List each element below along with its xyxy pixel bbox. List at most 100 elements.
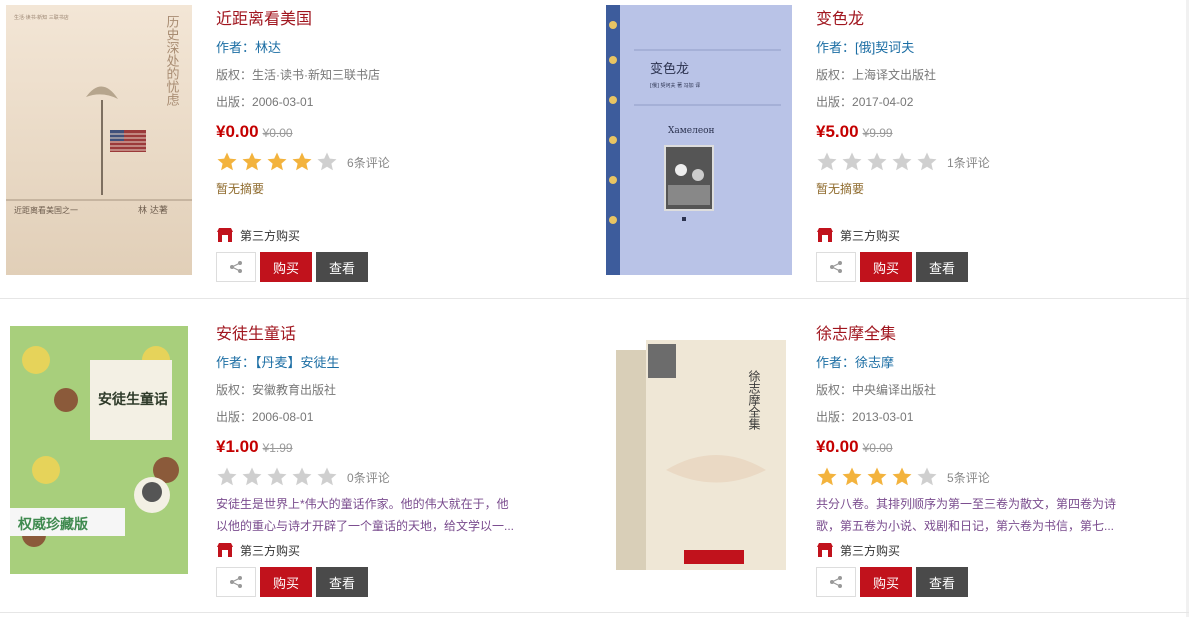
- book-cover-image[interactable]: 生活·读书·新知 三联书店 历史深处的忧虑 近距离看美国之一 林 达著: [6, 5, 192, 275]
- rating-row: 5条评论: [816, 465, 1136, 489]
- publisher-label: 版权：: [816, 68, 853, 82]
- book-date: 出版：2013-03-01: [816, 407, 1136, 427]
- original-price: 0.00: [269, 126, 293, 140]
- book-price: ¥5.00 ¥9.99: [816, 120, 1136, 146]
- third-party-purchase[interactable]: 第三方购买: [816, 226, 900, 244]
- book-title-link[interactable]: 安徒生童话: [216, 323, 536, 349]
- third-party-label: 第三方购买: [240, 543, 301, 558]
- buy-button[interactable]: 购买: [860, 252, 912, 282]
- book-price: ¥0.00 ¥0.00: [216, 120, 536, 146]
- book-author[interactable]: 作者：林达: [216, 38, 536, 58]
- star-empty-icon: [917, 467, 937, 486]
- third-party-label: 第三方购买: [240, 228, 301, 243]
- view-button[interactable]: 查看: [316, 252, 368, 282]
- summary-line: 以他的重心与诗才开辟了一个童话的天地，给文学以一...: [216, 519, 515, 533]
- book-summary: 共分八卷。其排列顺序为第一至三卷为散文，第四卷为诗 歌，第五卷为小说、戏剧和日记…: [816, 493, 1116, 537]
- book-card: 安徒生童话 权威珍藏版 安徒生童话 作者：【丹麦】安徒生 版权：安徽教育出版社 …: [0, 315, 585, 615]
- book-summary: 暂无摘要: [816, 182, 865, 196]
- rating-row: 0条评论: [216, 465, 536, 489]
- book-cover-image[interactable]: 徐志摩全集: [606, 320, 792, 590]
- star-empty-icon: [317, 467, 337, 486]
- review-count[interactable]: 0条评论: [347, 469, 390, 486]
- review-label: 条评论: [353, 155, 390, 170]
- book-list: 生活·读书·新知 三联书店 历史深处的忧虑 近距离看美国之一 林 达著 近距离看…: [0, 0, 1189, 617]
- author-name[interactable]: 林达: [255, 40, 281, 55]
- third-party-purchase[interactable]: 第三方购买: [216, 226, 300, 244]
- star-filled-icon: [867, 467, 887, 486]
- publisher-label: 版权：: [216, 383, 253, 397]
- cover-title: 安徒生童话: [98, 391, 168, 408]
- star-filled-icon: [292, 152, 312, 171]
- star-filled-icon: [842, 467, 862, 486]
- star-filled-icon: [242, 152, 262, 171]
- cover-subtitle: Хамелеон: [668, 126, 715, 136]
- book-card: 变色龙 [俄] 契诃夫 著 冯加 译 Хамелеон 变色龙 作者：[俄]契诃…: [600, 0, 1185, 300]
- original-price: 0.00: [869, 441, 893, 455]
- action-buttons: 购买 查看: [216, 567, 368, 597]
- book-publisher: 版权：生活·读书·新知三联书店: [216, 65, 536, 85]
- current-price: 5.00: [825, 122, 859, 141]
- share-icon: [830, 261, 842, 273]
- share-button[interactable]: [216, 252, 256, 282]
- date-value: 2017-04-02: [852, 95, 914, 109]
- author-name[interactable]: [俄]契诃夫: [855, 40, 914, 55]
- review-count[interactable]: 6条评论: [347, 154, 390, 171]
- publisher-name: 安徽教育出版社: [252, 383, 337, 397]
- date-value: 2006-03-01: [252, 95, 314, 109]
- buy-button[interactable]: 购买: [260, 252, 312, 282]
- view-button[interactable]: 查看: [916, 252, 968, 282]
- view-button[interactable]: 查看: [916, 567, 968, 597]
- publisher-name: 上海译文出版社: [852, 68, 937, 82]
- author-label: 作者：: [216, 40, 256, 55]
- author-name[interactable]: 【丹麦】安徒生: [255, 355, 340, 370]
- share-icon: [830, 576, 842, 588]
- summary-line: 安徒生是世界上*伟大的童话作家。他的伟大就在于，他: [216, 497, 509, 511]
- buy-button[interactable]: 购买: [260, 567, 312, 597]
- star-rating: [216, 151, 341, 173]
- share-button[interactable]: [816, 252, 856, 282]
- share-icon: [230, 261, 242, 273]
- book-date: 出版：2006-03-01: [216, 92, 536, 112]
- star-empty-icon: [292, 467, 312, 486]
- publisher-label: 版权：: [216, 68, 253, 82]
- author-name[interactable]: 徐志摩: [855, 355, 894, 370]
- third-party-purchase[interactable]: 第三方购买: [816, 541, 900, 559]
- star-filled-icon: [217, 152, 237, 171]
- review-number: 0: [347, 470, 354, 485]
- book-author[interactable]: 作者：【丹麦】安徒生: [216, 353, 536, 373]
- cover-author: 林 达著: [138, 204, 168, 216]
- shop-icon: [817, 543, 833, 557]
- original-price: 9.99: [869, 126, 893, 140]
- shop-icon: [817, 228, 833, 242]
- third-party-purchase[interactable]: 第三方购买: [216, 541, 300, 559]
- book-cover-image[interactable]: 安徒生童话 权威珍藏版: [6, 320, 192, 590]
- share-button[interactable]: [216, 567, 256, 597]
- date-value: 2006-08-01: [252, 410, 314, 424]
- book-title-link[interactable]: 变色龙: [816, 8, 1136, 34]
- share-button[interactable]: [816, 567, 856, 597]
- book-author[interactable]: 作者：徐志摩: [816, 353, 1136, 373]
- publisher-label: 版权：: [816, 383, 853, 397]
- third-party-label: 第三方购买: [840, 543, 901, 558]
- review-count[interactable]: 5条评论: [947, 469, 990, 486]
- book-title-link[interactable]: 近距离看美国: [216, 8, 536, 34]
- book-summary: 暂无摘要: [216, 182, 265, 196]
- summary-line: 歌，第五卷为小说、戏剧和日记，第六卷为书信，第七...: [816, 519, 1115, 533]
- star-empty-icon: [317, 152, 337, 171]
- buy-button[interactable]: 购买: [860, 567, 912, 597]
- book-cover-image[interactable]: 变色龙 [俄] 契诃夫 著 冯加 译 Хамелеон: [606, 5, 792, 275]
- cover-series: 近距离看美国之一: [14, 205, 78, 215]
- rating-row: 6条评论: [216, 150, 536, 174]
- star-filled-icon: [267, 152, 287, 171]
- author-label: 作者：: [816, 355, 856, 370]
- book-card: 生活·读书·新知 三联书店 历史深处的忧虑 近距离看美国之一 林 达著 近距离看…: [0, 0, 585, 300]
- publisher-name: 生活·读书·新知三联书店: [252, 68, 381, 82]
- review-count[interactable]: 1条评论: [947, 154, 990, 171]
- current-price: 0.00: [825, 437, 859, 456]
- star-empty-icon: [892, 152, 912, 171]
- book-title-link[interactable]: 徐志摩全集: [816, 323, 1136, 349]
- book-author[interactable]: 作者：[俄]契诃夫: [816, 38, 1136, 58]
- view-button[interactable]: 查看: [316, 567, 368, 597]
- star-empty-icon: [217, 467, 237, 486]
- review-label: 条评论: [953, 470, 990, 485]
